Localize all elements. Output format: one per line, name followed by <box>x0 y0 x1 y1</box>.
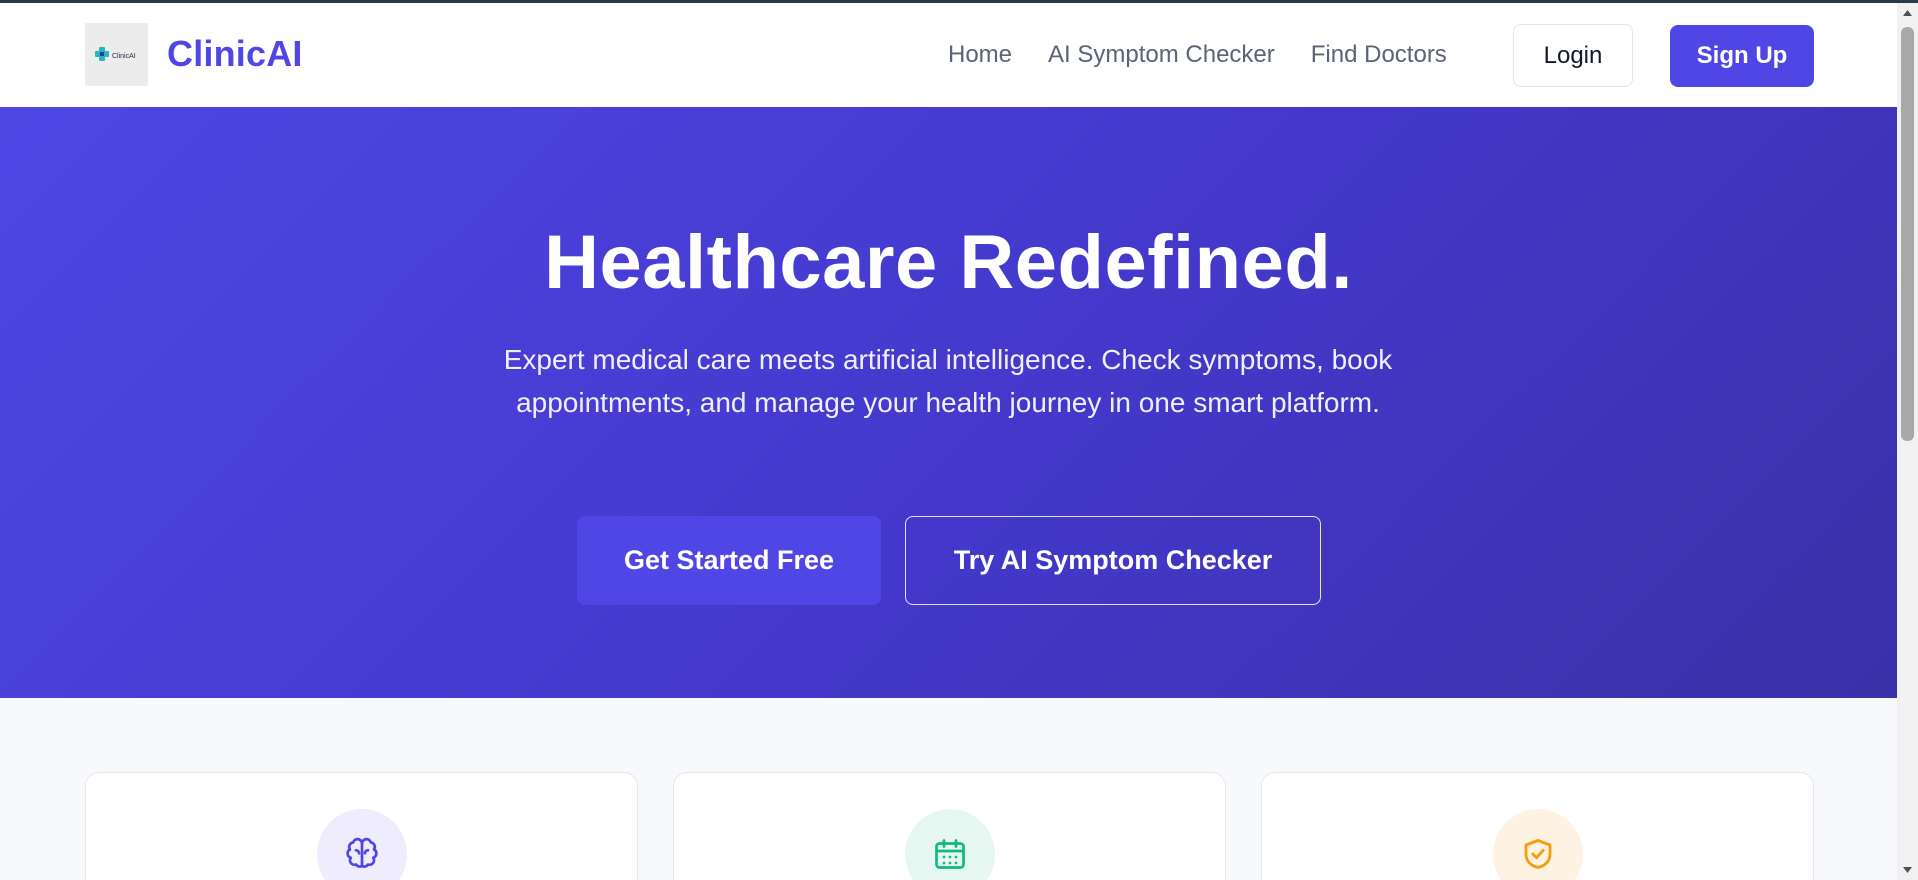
get-started-button[interactable]: Get Started Free <box>577 516 881 605</box>
landing-page: ClinicAI ClinicAI Home AI Symptom Checke… <box>0 3 1897 880</box>
nav-find-doctors[interactable]: Find Doctors <box>1311 41 1447 69</box>
hero-title: Healthcare Redefined. <box>544 220 1353 305</box>
nav-home[interactable]: Home <box>948 41 1012 69</box>
feature-card-ai <box>85 772 638 880</box>
brain-icon <box>346 837 378 868</box>
login-button[interactable]: Login <box>1513 24 1633 87</box>
scroll-up-arrow-icon[interactable] <box>1897 3 1918 23</box>
feature-card-security <box>1261 772 1814 880</box>
feature-icon-wrap <box>905 809 995 880</box>
feature-icon-wrap <box>317 809 407 880</box>
main-nav: Home AI Symptom Checker Find Doctors <box>948 3 1483 107</box>
hero-section: Healthcare Redefined. Expert medical car… <box>0 107 1897 698</box>
vertical-scrollbar[interactable] <box>1897 3 1918 880</box>
scroll-down-arrow-icon[interactable] <box>1897 860 1918 880</box>
nav-ai-symptom-checker[interactable]: AI Symptom Checker <box>1048 41 1275 69</box>
logo-wordmark: ClinicAI <box>112 53 136 60</box>
shield-check-icon <box>1524 839 1552 869</box>
feature-icon-wrap <box>1493 809 1583 880</box>
logo-image[interactable]: ClinicAI <box>85 23 148 86</box>
brand-name[interactable]: ClinicAI <box>167 33 303 75</box>
scrollbar-thumb[interactable] <box>1901 27 1914 441</box>
feature-card-appointments <box>673 772 1226 880</box>
site-header: ClinicAI ClinicAI Home AI Symptom Checke… <box>0 3 1897 107</box>
try-symptom-checker-button[interactable]: Try AI Symptom Checker <box>905 516 1321 605</box>
browser-viewport: ClinicAI ClinicAI Home AI Symptom Checke… <box>0 0 1918 880</box>
signup-button[interactable]: Sign Up <box>1670 25 1814 87</box>
hero-subtitle: Expert medical care meets artificial int… <box>503 344 1393 418</box>
calendar-icon <box>935 839 965 869</box>
logo-cross-icon: ClinicAI <box>94 46 136 61</box>
